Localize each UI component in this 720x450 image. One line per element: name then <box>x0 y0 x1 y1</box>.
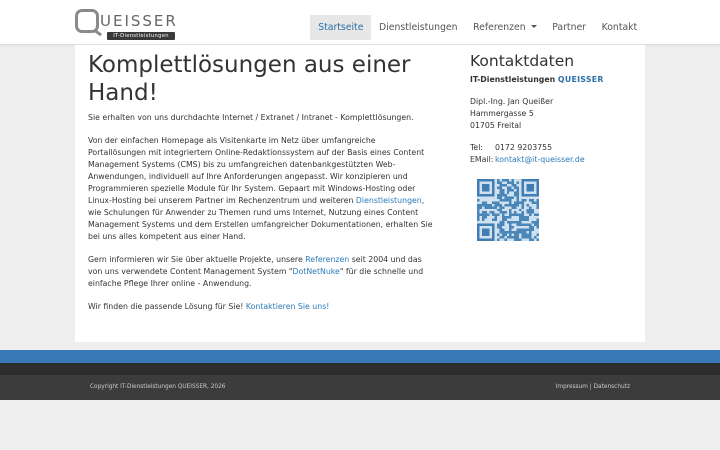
qr-code-icon <box>477 179 539 241</box>
company-brand: QUEISSER <box>557 75 604 84</box>
nav-label: Referenzen <box>473 22 526 33</box>
email-link[interactable]: kontakt@it-queisser.de <box>495 154 585 166</box>
datenschutz-link[interactable]: Datenschutz <box>594 384 630 390</box>
logo-text: UEISSER <box>100 12 178 30</box>
phone-label: Tel: <box>470 143 484 152</box>
main-nav: Startseite Dienstleistungen Referenzen P… <box>310 15 645 40</box>
nav-partner[interactable]: Partner <box>544 15 593 40</box>
address-city: 01705 Freital <box>470 121 522 130</box>
services-paragraph: Von der einfachen Homepage als Visitenka… <box>88 135 433 243</box>
main-content: Komplettlösungen aus einer Hand! Sie erh… <box>88 51 433 324</box>
cta-paragraph: Wir finden die passende Lösung für Sie! … <box>88 301 433 313</box>
copyright-text: Copyright IT-Dienstleistungen QUEISSER, … <box>90 384 226 390</box>
paragraph-text: Wir finden die passende Lösung für Sie! <box>88 302 246 311</box>
dotnetnuke-link[interactable]: DotNetNuke <box>293 267 340 276</box>
impressum-link[interactable]: Impressum <box>556 384 588 390</box>
intro-paragraph: Sie erhalten von uns durchdachte Interne… <box>88 113 414 122</box>
footer-links: Impressum | Datenschutz <box>556 383 630 392</box>
address-name: Dipl.-Ing. Jan Queißer <box>470 97 554 106</box>
contact-link[interactable]: Kontaktieren Sie uns! <box>246 302 330 311</box>
logo-subtitle: IT-Dienstleistungen <box>107 32 175 40</box>
phone-row: Tel: 0172 9203755 <box>470 142 635 154</box>
address-street: Hammergasse 5 <box>470 109 534 118</box>
company-prefix: IT-Dienstleistungen <box>470 75 558 84</box>
sidebar-title: Kontaktdaten <box>470 52 575 70</box>
caret-down-icon <box>530 25 537 28</box>
nav-kontakt[interactable]: Kontakt <box>594 15 645 40</box>
nav-dienstleistungen[interactable]: Dienstleistungen <box>371 15 465 40</box>
nav-label: Startseite <box>318 22 364 33</box>
email-row: EMail: kontakt@it-queisser.de <box>470 154 635 166</box>
nav-referenzen[interactable]: Referenzen <box>465 15 544 40</box>
paragraph-text: Von der einfachen Homepage als Visitenka… <box>88 136 425 205</box>
nav-label: Partner <box>552 22 587 33</box>
nav-label: Dienstleistungen <box>379 22 458 33</box>
logo-q-icon <box>75 9 99 33</box>
phone-value: 0172 9203755 <box>495 143 553 152</box>
address-block: Dipl.-Ing. Jan Queißer Hammergasse 5 017… <box>470 96 635 132</box>
footer-divider <box>0 363 720 375</box>
email-label: EMail: <box>470 155 494 164</box>
nav-startseite[interactable]: Startseite <box>310 15 372 40</box>
logo-wordmark: UEISSER <box>75 9 178 33</box>
navbar: UEISSER IT-Dienstleistungen Startseite D… <box>0 0 720 45</box>
dienstleistungen-link[interactable]: Dienstleistungen <box>356 196 422 205</box>
paragraph-text: Gern informieren wir Sie über aktuelle P… <box>88 255 306 264</box>
page-title: Komplettlösungen aus einer Hand! <box>88 52 411 106</box>
footer-accent-bar <box>0 350 720 363</box>
company-name: IT-Dienstleistungen QUEISSER <box>470 74 635 86</box>
content-panel: Komplettlösungen aus einer Hand! Sie erh… <box>75 45 645 342</box>
contact-sidebar: Kontaktdaten IT-Dienstleistungen QUEISSE… <box>470 51 635 166</box>
logo[interactable]: UEISSER IT-Dienstleistungen <box>75 9 177 41</box>
projects-paragraph: Gern informieren wir Sie über aktuelle P… <box>88 254 433 290</box>
footer: Copyright IT-Dienstleistungen QUEISSER, … <box>0 375 720 400</box>
referenzen-link[interactable]: Referenzen <box>305 255 349 264</box>
nav-label: Kontakt <box>601 22 638 33</box>
